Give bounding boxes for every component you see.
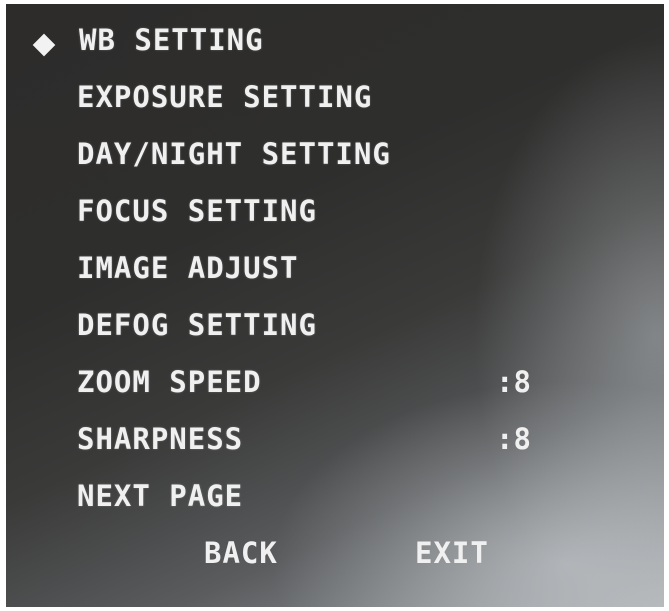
menu-item-wb-setting[interactable]: WB SETTING bbox=[79, 20, 264, 60]
osd-menu: WB SETTING EXPOSURE SETTING DAY/NIGHT SE… bbox=[6, 4, 664, 607]
zoom-speed-value: :8 bbox=[496, 365, 531, 399]
menu-item-exposure-setting[interactable]: EXPOSURE SETTING bbox=[77, 77, 372, 117]
sharpness-value: :8 bbox=[496, 422, 531, 456]
diamond-icon bbox=[32, 33, 56, 57]
osd-screen: WB SETTING EXPOSURE SETTING DAY/NIGHT SE… bbox=[6, 4, 664, 607]
menu-item-defog-setting[interactable]: DEFOG SETTING bbox=[77, 305, 317, 345]
back-button[interactable]: BACK bbox=[204, 533, 278, 573]
menu-item-zoom-speed[interactable]: ZOOM SPEED bbox=[77, 362, 262, 402]
menu-item-image-adjust[interactable]: IMAGE ADJUST bbox=[77, 248, 299, 288]
menu-item-next-page[interactable]: NEXT PAGE bbox=[77, 476, 243, 516]
exit-button[interactable]: EXIT bbox=[415, 533, 489, 573]
menu-item-day-night-setting[interactable]: DAY/NIGHT SETTING bbox=[77, 134, 391, 174]
menu-item-focus-setting[interactable]: FOCUS SETTING bbox=[77, 191, 317, 231]
menu-item-sharpness[interactable]: SHARPNESS bbox=[77, 419, 243, 459]
